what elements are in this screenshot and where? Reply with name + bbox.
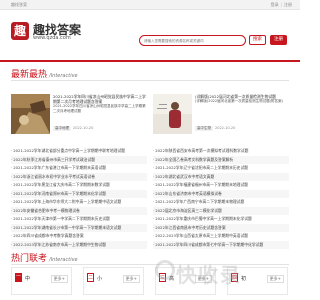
card-date: 2022-10-20 (215, 126, 236, 130)
list-item[interactable]: ·2022-2023学年山西省太原市高三上学期期中英语试题 (153, 232, 289, 241)
logo-url: www.qzda.com (33, 35, 71, 41)
hot-card-number: 一 (15, 273, 22, 282)
latest-section-title: 最新最热/Interactive (11, 67, 78, 80)
list-item[interactable]: ·2021-2022学年上海市华东师大二附中高一上学期期中语文试题 (11, 198, 147, 207)
list-item[interactable]: ·2021-2022学年广西南宁市高二下学期期末物理试题 (153, 198, 289, 207)
list-item[interactable]: ·2021-2022学年福建省福州市高一下学期期末地理试题 (153, 181, 289, 190)
card-title[interactable]: 2021-2022学年四川省凉山州昭觉县民族中学高二上学期第二次月考地理试题含答… (53, 94, 148, 104)
list-item[interactable]: ·2022年全国乙卷高考文科数学真题及答案解析 (153, 155, 289, 164)
card-desc: (详解版)2022届河北省第一次质量检测生物试题(附答案) (195, 99, 283, 103)
card-text: (详解版)2022届河北省第一次质量检测生物试题 (详解版)2022届河北省第一… (195, 94, 290, 104)
list-item[interactable]: ·2022届北京市海淀区高三二模化学试题 (153, 206, 289, 215)
hot-card-number: 二 (87, 273, 94, 282)
list-item[interactable]: ·2022年山东省济南市中考英语模拟试卷 (153, 189, 289, 198)
latest-subtitle: /Interactive (49, 73, 78, 79)
latest-card[interactable]: 2021-2022学年四川省凉山州昭觉县民族中学高二上学期第二次月考地理试题含答… (11, 94, 150, 134)
more-button[interactable]: 更多+ (122, 275, 140, 283)
card-desc: 2021-2022学年四川省凉山州昭觉县民族中学高二上学期第二次月考地理试题 (53, 104, 146, 113)
login-link[interactable]: 登录 (271, 2, 279, 7)
hot-subtitle: /Interactive (49, 257, 78, 263)
list-item[interactable]: ·2021-2022学年湖北省部分重点中学高一上学期期中联考地理试题 (11, 147, 147, 156)
list-item[interactable]: ·2021-2022学年辽宁省沈阳市高二上学期期末历史试题 (153, 164, 289, 173)
list-item[interactable]: ·2022年陕西省西安市高考第一次模拟考试理科数学试题 (153, 147, 289, 156)
card-thumbnail[interactable] (153, 94, 192, 134)
hot-title: 热门联考 (11, 254, 48, 264)
search-button[interactable]: 搜索 (249, 35, 266, 45)
hot-card[interactable]: 二 小 更多+ (83, 267, 144, 295)
latest-title: 最新最热 (11, 70, 48, 80)
section-divider (11, 80, 289, 81)
search-box[interactable] (139, 35, 246, 46)
search-input[interactable] (144, 37, 239, 45)
watermark-icon (155, 260, 175, 280)
card-meta: 高中生物 2022-10-20 (195, 126, 235, 131)
list-item[interactable]: ·2021-2022学年广东省湛江市高一下学期期末英语试题 (11, 164, 147, 173)
register-button[interactable]: 注册 (270, 35, 287, 45)
card-meta: 高中地理 2022-10-20 (53, 126, 93, 131)
list-item[interactable]: ·2021-2022学年四川省成都市第七中学高一下学期期中化学试题 (153, 240, 289, 249)
more-button[interactable]: 更多+ (50, 275, 68, 283)
list-item[interactable]: ·2022年湖北省武汉市中考语文真题 (153, 172, 289, 181)
card-tag[interactable]: 高中地理 (53, 126, 71, 131)
list-item[interactable]: ·2021-2022学年河南省郑州市高一下学期期末化学试题 (11, 189, 147, 198)
card-thumbnail[interactable] (11, 94, 50, 134)
hot-card-label: 中 (25, 276, 31, 282)
logo-icon[interactable]: 趣 (11, 22, 29, 40)
list-item[interactable]: ·2022年秋季江苏省泰州市高三开学考试政治试题 (11, 155, 147, 164)
site-name-small: 趣找答案 (11, 2, 27, 7)
top-bar: 趣找答案 登录 | 注册 (0, 0, 300, 10)
list-item[interactable]: ·2021-2022学年黑龙江省大庆市高二下学期期末数学试题 (11, 181, 147, 190)
list-item[interactable]: ·2022年四川省成都市中考数学真题含答案 (11, 232, 147, 241)
card-date: 2022-10-20 (73, 126, 94, 130)
latest-list-right: ·2022年陕西省西安市高考第一次模拟考试理科数学试题 ·2022年全国乙卷高考… (153, 147, 289, 249)
list-item[interactable]: ·2021-2022学年重庆市巴蜀中学高一上学期期末化学试题 (153, 215, 289, 224)
section-divider (11, 264, 289, 265)
list-item[interactable]: ·2022年安徽省合肥市中考一模物理试卷 (11, 206, 147, 215)
latest-card[interactable]: (详解版)2022届河北省第一次质量检测生物试题 (详解版)2022届河北省第一… (153, 94, 292, 134)
card-text: 2021-2022学年四川省凉山州昭觉县民族中学高二上学期第二次月考地理试题含答… (53, 94, 148, 114)
hot-tabs: 一 中 更多+ 二 小 更多+ 三 高 更多+ 四 初 更多+ (11, 267, 289, 297)
hot-card[interactable]: 一 中 更多+ (11, 267, 72, 295)
hot-section-title: 热门联考/Interactive (11, 251, 78, 264)
list-item[interactable]: ·2022-2023学年江苏省南京市高一上学期期中生物试题 (11, 240, 147, 249)
list-item[interactable]: ·2021-2022学年天津市第一中学高二下学期期末历史试题 (11, 215, 147, 224)
hot-card-label: 小 (97, 276, 103, 282)
list-item[interactable]: ·2022年江西省南昌市中考历史试题含答案 (153, 223, 289, 232)
more-button[interactable]: 更多+ (266, 275, 284, 283)
header-divider (0, 60, 300, 62)
auth-links: 登录 | 注册 (270, 2, 292, 7)
list-item[interactable]: ·2022年浙江省丽水市初中学业水平考试英语试卷 (11, 172, 147, 181)
watermark-text: 快收录 (176, 263, 242, 287)
list-item[interactable]: ·2021-2022学年湖南省长沙市第一中学高一下学期期末语文试题 (11, 223, 147, 232)
latest-list-left: ·2021-2022学年湖北省部分重点中学高一上学期期中联考地理试题 ·2022… (11, 147, 147, 249)
card-tag[interactable]: 高中生物 (195, 126, 213, 131)
register-link[interactable]: 注册 (284, 2, 292, 7)
